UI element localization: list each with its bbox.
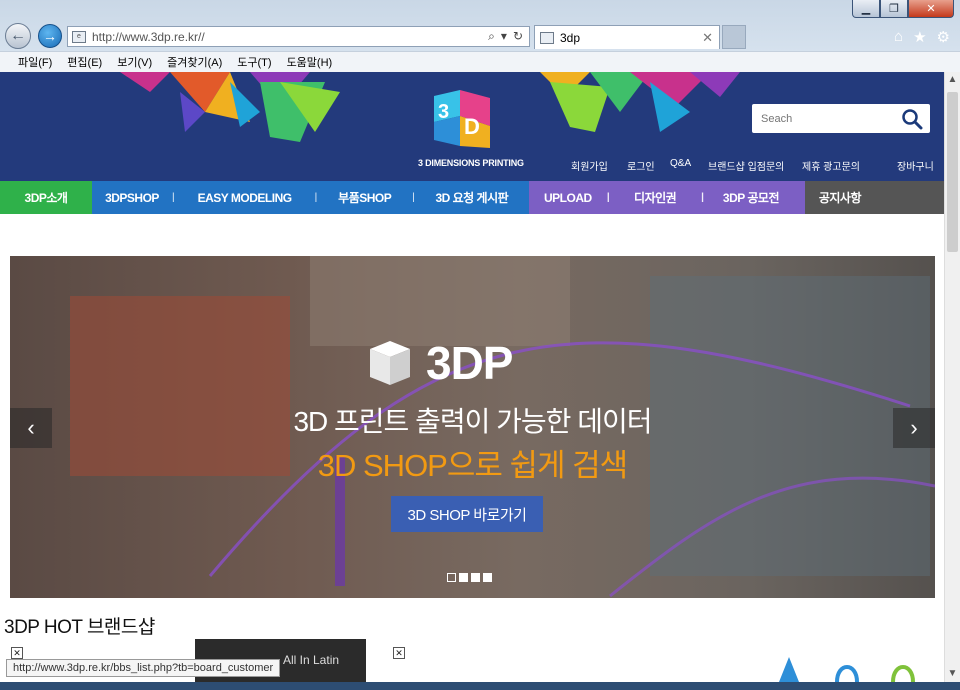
- hero-headline: 3D 프린트 출력이 가능한 데이터: [293, 406, 652, 437]
- nav-contest[interactable]: 3DP 공모전: [703, 189, 798, 206]
- page-favicon-icon: e: [72, 30, 86, 43]
- thumbnail-text: All In Latin: [283, 653, 340, 667]
- hero-subheadline: 3D SHOP으로 쉽게 검색: [317, 448, 628, 483]
- nav-separator: |: [172, 192, 175, 203]
- slider-dot[interactable]: [447, 573, 456, 582]
- hero-brand-text: 3DP: [426, 337, 513, 389]
- nav-parts-shop[interactable]: 부품SHOP: [317, 181, 412, 214]
- nav-notice[interactable]: 공지사항: [804, 181, 944, 214]
- arrow-left-icon: ←: [10, 27, 26, 44]
- menu-bar: 파일(F) 편집(E) 보기(V) 즐겨찾기(A) 도구(T) 도움말(H): [0, 51, 960, 72]
- window-controls: ▁ ❐ ✕: [852, 0, 954, 18]
- site-logo[interactable]: 3 D: [430, 86, 494, 150]
- svg-text:3: 3: [438, 101, 449, 123]
- nav-label: 3DPSHOP: [105, 190, 159, 205]
- nav-purple-group: UPLOAD | 디자인권 | 3DP 공모전: [528, 181, 805, 214]
- slider-dot[interactable]: [459, 573, 468, 582]
- nav-label: UPLOAD: [543, 190, 592, 205]
- back-button[interactable]: ←: [5, 23, 31, 49]
- site-search: [752, 104, 930, 133]
- nav-separator: |: [412, 192, 415, 203]
- nav-easy-modeling[interactable]: EASY MODELING: [175, 181, 315, 214]
- address-bar[interactable]: e http://www.3dp.re.kr// ⌕ ▾ ↻: [67, 26, 530, 47]
- page-viewport: 3 D 3 DIMENSIONS PRINTING 회원가입 로그인 Q&A 브…: [0, 72, 944, 682]
- ad-inquiry-link[interactable]: 제휴 광고문의: [802, 158, 860, 173]
- browser-toolbar-icons: ⌂ ★ ⚙: [894, 28, 950, 46]
- slider-dots: [447, 573, 492, 582]
- cube-logo-icon: [370, 341, 410, 385]
- nav-separator: |: [606, 192, 610, 203]
- status-bar-url: http://www.3dp.re.kr/bbs_list.php?tb=boa…: [6, 659, 281, 677]
- main-nav: 3DP소개 3DPSHOP | EASY MODELING | 부품SHOP |…: [0, 181, 944, 214]
- scroll-down-icon[interactable]: ▼: [945, 666, 960, 682]
- signup-link[interactable]: 회원가입: [571, 158, 608, 173]
- tab-title: 3dp: [560, 30, 581, 45]
- header-decoration-left: [120, 72, 340, 142]
- slider-dot[interactable]: [483, 573, 492, 582]
- broken-image-icon: ✕: [393, 647, 405, 659]
- login-link[interactable]: 로그인: [627, 158, 655, 173]
- refresh-icon[interactable]: ↻: [513, 29, 523, 44]
- section-title: 3DP HOT 브랜드샵: [4, 617, 155, 638]
- cart-link[interactable]: 장바구니: [897, 158, 934, 173]
- nav-design-rights[interactable]: 디자인권: [609, 189, 701, 206]
- nav-label: 3DP소개: [24, 191, 68, 205]
- nav-label: 3D 요청 게시판: [435, 191, 509, 205]
- nav-label: 부품SHOP: [338, 191, 392, 205]
- nav-label: 3DP 공모전: [722, 191, 780, 205]
- hero-slider: ‹ › 3DP 3D 프린트 출력이 가능한 데이터 3D SHOP으로 쉽게 …: [10, 256, 935, 598]
- nav-separator: |: [314, 192, 318, 203]
- nav-separator: |: [701, 192, 704, 203]
- menu-file[interactable]: 파일(F): [18, 54, 52, 70]
- maximize-button[interactable]: ❐: [880, 0, 908, 18]
- nav-upload[interactable]: UPLOAD: [529, 191, 607, 205]
- broken-image-icon: ✕: [11, 647, 23, 659]
- arrow-right-icon: →: [43, 28, 57, 44]
- home-icon[interactable]: ⌂: [894, 28, 903, 46]
- menu-tools[interactable]: 도구(T): [237, 54, 271, 70]
- dropdown-icon[interactable]: ▾: [501, 29, 507, 44]
- scroll-thumb[interactable]: [947, 92, 958, 252]
- menu-view[interactable]: 보기(V): [117, 54, 152, 70]
- browser-chrome: ▁ ❐ ✕ ← → e http://www.3dp.re.kr// ⌕ ▾ ↻…: [0, 0, 960, 72]
- brand-logos-partial: [779, 657, 915, 682]
- favorites-star-icon[interactable]: ★: [913, 28, 926, 46]
- nav-request-board[interactable]: 3D 요청 게시판: [415, 181, 529, 214]
- site-header: 3 D 3 DIMENSIONS PRINTING 회원가입 로그인 Q&A 브…: [0, 72, 944, 181]
- address-actions: ⌕ ▾ ↻: [488, 29, 523, 44]
- menu-favorites[interactable]: 즐겨찾기(A): [167, 54, 222, 70]
- nav-label: 디자인권: [634, 191, 677, 205]
- scroll-up-icon[interactable]: ▲: [945, 72, 960, 88]
- header-decoration-right: [540, 72, 740, 132]
- page-scrollbar[interactable]: ▲ ▼: [944, 72, 960, 682]
- browser-tab[interactable]: 3dp ✕: [534, 25, 720, 49]
- forward-button[interactable]: →: [38, 24, 62, 48]
- minimize-button[interactable]: ▁: [852, 0, 880, 18]
- nav-label: 공지사항: [818, 191, 862, 205]
- menu-help[interactable]: 도움말(H): [287, 54, 333, 70]
- nav-about[interactable]: 3DP소개: [0, 181, 92, 214]
- hero-brand: 3DP: [366, 336, 513, 390]
- svg-text:D: D: [464, 114, 480, 139]
- new-tab-button[interactable]: [722, 25, 746, 49]
- address-url[interactable]: http://www.3dp.re.kr//: [92, 30, 488, 44]
- search-icon[interactable]: [901, 108, 923, 130]
- logo-tagline: 3 DIMENSIONS PRINTING: [418, 158, 524, 168]
- brandshop-inquiry-link[interactable]: 브랜드샵 입점문의: [708, 158, 784, 173]
- shop-cta-button[interactable]: 3D SHOP 바로가기: [391, 496, 543, 532]
- settings-gear-icon[interactable]: ⚙: [937, 28, 950, 46]
- nav-3dpshop[interactable]: 3DPSHOP: [92, 181, 172, 214]
- close-window-button[interactable]: ✕: [908, 0, 954, 18]
- slider-dot[interactable]: [471, 573, 480, 582]
- tab-favicon-icon: [540, 31, 554, 44]
- close-tab-icon[interactable]: ✕: [702, 30, 713, 46]
- menu-edit[interactable]: 편집(E): [67, 54, 102, 70]
- os-taskbar: [0, 682, 960, 690]
- search-icon[interactable]: ⌕: [488, 29, 495, 44]
- nav-label: EASY MODELING: [197, 190, 292, 205]
- qna-link[interactable]: Q&A: [670, 158, 691, 169]
- search-input[interactable]: [752, 112, 892, 125]
